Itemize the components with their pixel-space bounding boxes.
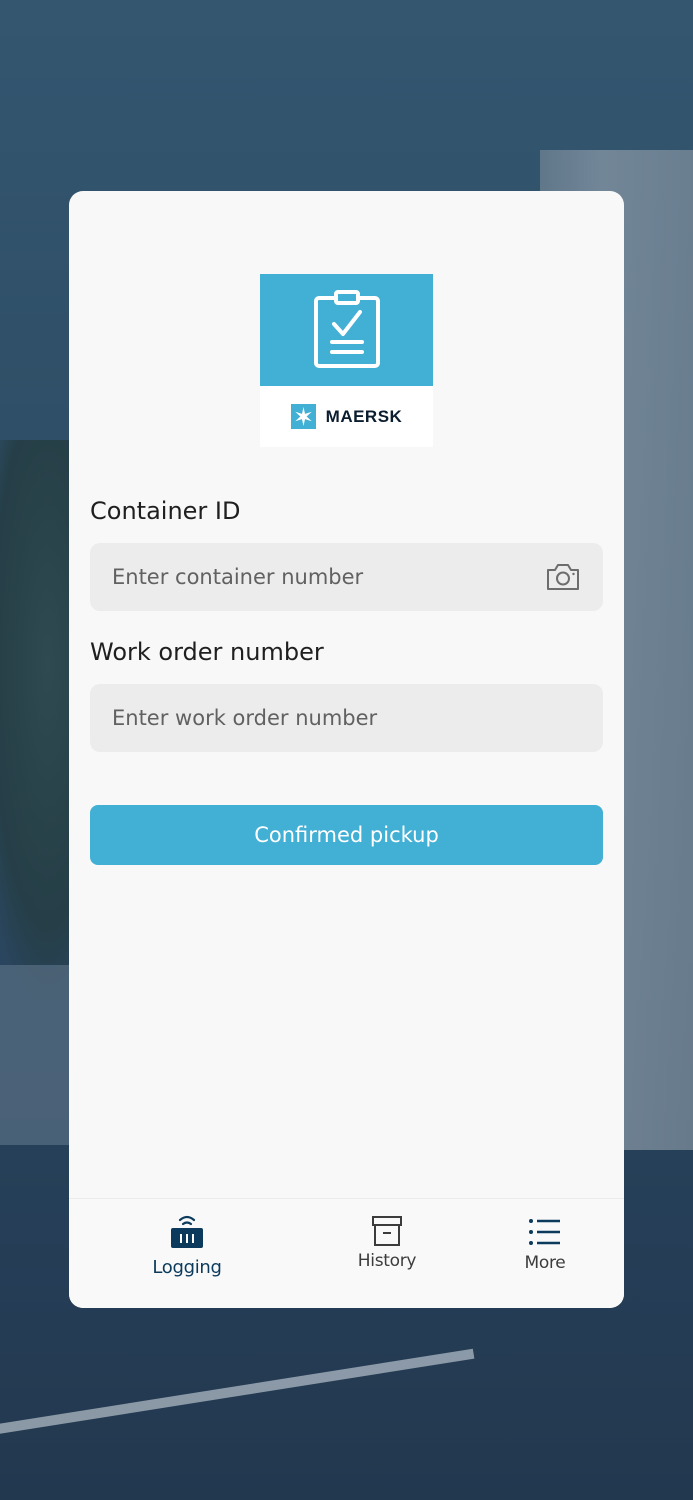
confirmed-pickup-button[interactable]: Confirmed pickup <box>90 805 603 865</box>
logo-brand-panel: MAERSK <box>260 386 433 447</box>
container-id-label: Container ID <box>90 497 241 525</box>
container-number-input[interactable]: Enter container number <box>90 543 603 611</box>
nav-label-more: More <box>524 1253 566 1273</box>
archive-box-icon <box>372 1216 402 1246</box>
work-order-label: Work order number <box>90 638 324 666</box>
login-card: MAERSK Container ID Enter container numb… <box>69 191 624 1308</box>
nav-item-history[interactable]: History <box>347 1199 427 1308</box>
nav-item-logging[interactable]: Logging <box>147 1199 227 1308</box>
nav-item-more[interactable]: More <box>505 1199 585 1308</box>
camera-icon[interactable] <box>545 562 581 592</box>
background-road-marking <box>0 1348 475 1440</box>
logging-icon <box>171 1215 203 1248</box>
container-number-placeholder: Enter container number <box>112 565 364 589</box>
nav-label-history: History <box>357 1251 417 1271</box>
brand-name: MAERSK <box>325 406 403 426</box>
maersk-star-icon <box>290 404 316 429</box>
work-order-input[interactable]: Enter work order number <box>90 684 603 752</box>
background-barrier <box>0 965 80 1145</box>
logo-icon-panel <box>260 274 433 386</box>
nav-label-logging: Logging <box>152 1257 222 1278</box>
clipboard-check-icon <box>313 290 380 368</box>
app-logo: MAERSK <box>260 274 433 447</box>
list-icon <box>529 1219 560 1245</box>
bottom-navigation: Logging History More <box>69 1198 624 1308</box>
work-order-placeholder: Enter work order number <box>112 706 378 730</box>
